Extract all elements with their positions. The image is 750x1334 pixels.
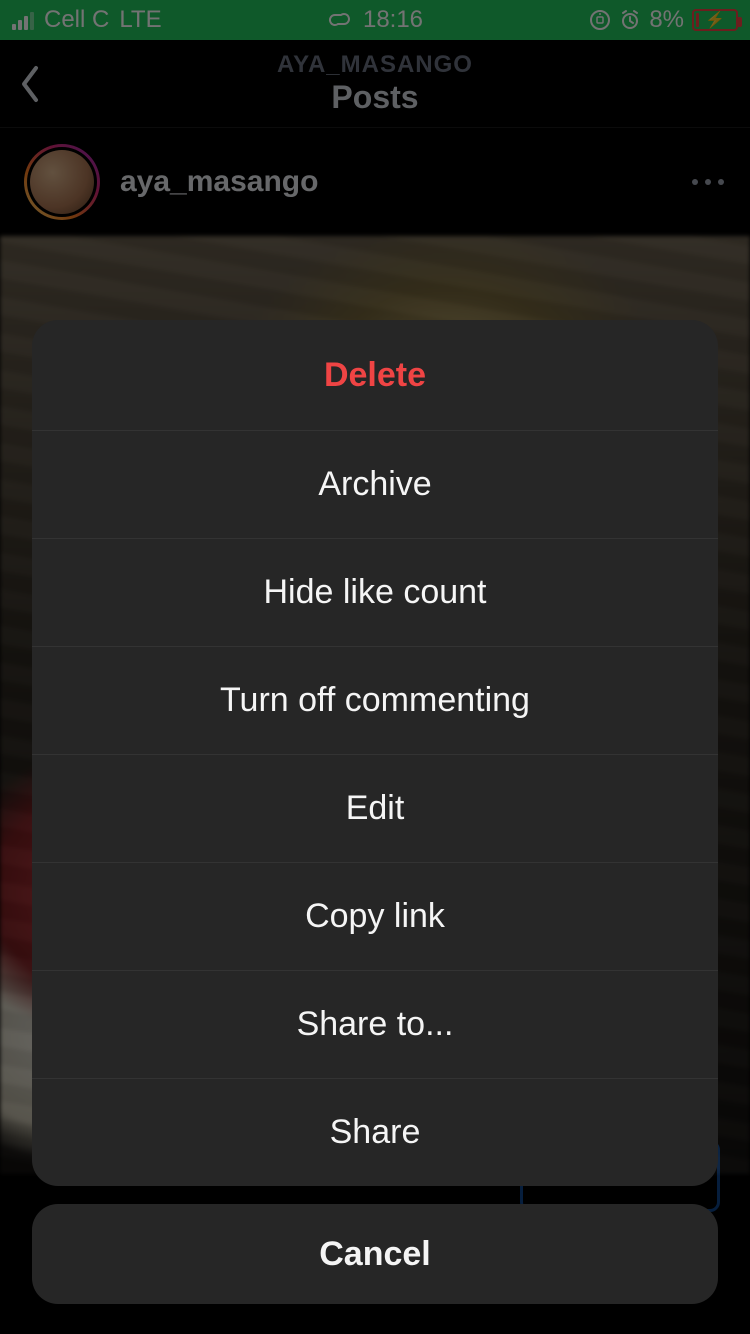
action-turn-off-commenting[interactable]: Turn off commenting — [32, 646, 718, 754]
action-label: Share to... — [297, 1005, 454, 1044]
action-delete[interactable]: Delete — [32, 320, 718, 430]
action-label: Edit — [346, 789, 405, 828]
action-share[interactable]: Share — [32, 1078, 718, 1186]
action-label: Hide like count — [263, 573, 486, 612]
cancel-label: Cancel — [319, 1235, 431, 1274]
action-hide-like-count[interactable]: Hide like count — [32, 538, 718, 646]
action-label: Turn off commenting — [220, 681, 530, 720]
action-label: Archive — [318, 465, 431, 504]
action-share-to[interactable]: Share to... — [32, 970, 718, 1078]
cancel-button[interactable]: Cancel — [32, 1204, 718, 1304]
action-sheet: Delete Archive Hide like count Turn off … — [32, 320, 718, 1304]
action-label: Share — [330, 1113, 421, 1152]
action-label: Copy link — [305, 897, 445, 936]
action-copy-link[interactable]: Copy link — [32, 862, 718, 970]
action-edit[interactable]: Edit — [32, 754, 718, 862]
action-label: Delete — [324, 356, 426, 395]
action-archive[interactable]: Archive — [32, 430, 718, 538]
